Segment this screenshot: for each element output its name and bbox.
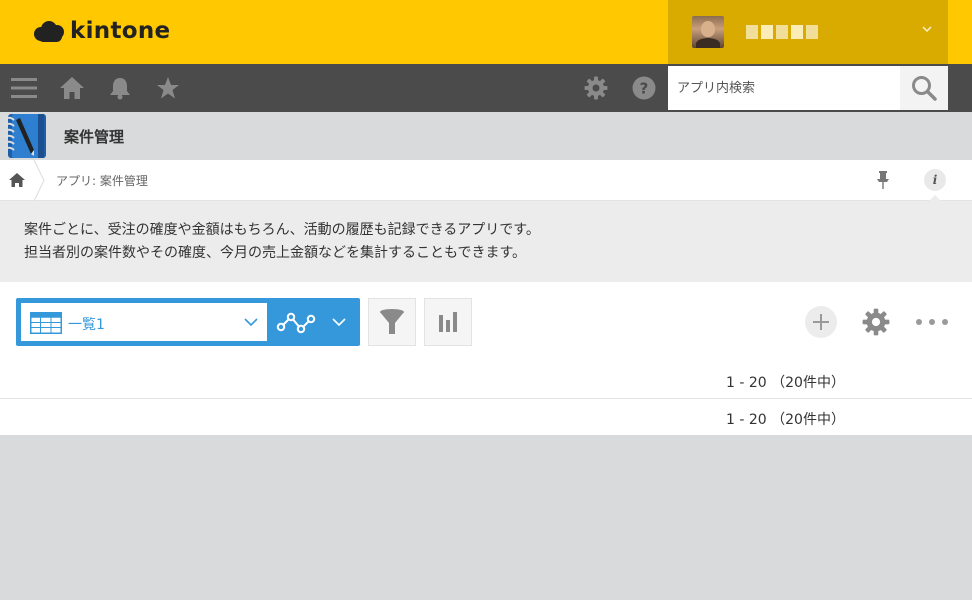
bar-chart-icon	[439, 312, 457, 332]
breadcrumb-app-link[interactable]: アプリ: 案件管理	[56, 172, 148, 189]
star-icon	[157, 77, 179, 99]
help-button[interactable]: ?	[620, 64, 668, 112]
notebook-app-icon	[3, 114, 46, 158]
pin-icon[interactable]	[874, 170, 892, 190]
app-description: 案件ごとに、受注の確度や金額はもちろん、活動の履歴も記録できるアプリです。 担当…	[0, 201, 972, 282]
pagination-top: 1 - 20 （20件中）	[726, 375, 845, 391]
chevron-down-icon	[922, 26, 932, 32]
filter-icon	[380, 309, 404, 334]
dot-icon	[916, 319, 922, 325]
app-search-input[interactable]	[668, 66, 900, 110]
pagination-bottom: 1 - 20 （20件中）	[726, 412, 845, 428]
chevron-down-icon[interactable]	[332, 316, 346, 328]
table-view-icon	[30, 312, 62, 334]
info-icon: i	[932, 173, 938, 187]
kintone-logo[interactable]: kintone	[34, 18, 170, 44]
view-label[interactable]: 一覧1	[68, 314, 105, 334]
home-icon	[60, 77, 84, 99]
settings-button[interactable]	[572, 64, 620, 112]
home-button[interactable]	[48, 64, 96, 112]
more-options-button[interactable]	[916, 312, 948, 332]
graph-icon[interactable]	[272, 303, 324, 341]
dot-icon	[929, 319, 935, 325]
notification-button[interactable]	[96, 64, 144, 112]
info-button[interactable]: i	[924, 169, 946, 191]
global-header: kintone	[0, 0, 972, 64]
app-title: 案件管理	[64, 128, 125, 146]
plus-icon	[813, 314, 829, 330]
logo-text: kintone	[70, 18, 171, 44]
add-record-button[interactable]	[805, 306, 837, 338]
app-settings-gear-icon[interactable]	[862, 308, 890, 336]
svg-text:?: ?	[640, 80, 649, 98]
description-line-1: 案件ごとに、受注の確度や金額はもちろん、活動の履歴も記録できるアプリです。	[24, 222, 540, 238]
gear-icon	[584, 76, 608, 100]
cloud-logo-icon	[34, 19, 66, 43]
menu-button[interactable]	[0, 64, 48, 112]
user-name-blurred	[746, 25, 818, 39]
breadcrumb-separator	[33, 160, 45, 201]
favorites-button[interactable]	[144, 64, 192, 112]
help-icon: ?	[632, 76, 656, 100]
app-title-bar	[0, 112, 972, 160]
user-menu[interactable]	[668, 0, 948, 64]
description-line-2: 担当者別の案件数やその確度、今月の売上金額などを集計することもできます。	[24, 245, 527, 261]
graph-button[interactable]	[424, 298, 472, 346]
menu-icon	[11, 78, 37, 98]
avatar	[692, 16, 724, 48]
chevron-down-icon[interactable]	[244, 316, 258, 328]
bell-icon	[110, 78, 130, 100]
search-button[interactable]	[900, 66, 948, 110]
home-icon[interactable]	[8, 172, 26, 188]
divider	[0, 398, 972, 399]
filter-button[interactable]	[368, 298, 416, 346]
dot-icon	[942, 319, 948, 325]
breadcrumb: アプリ: 案件管理	[0, 160, 972, 201]
search-icon	[912, 76, 937, 101]
